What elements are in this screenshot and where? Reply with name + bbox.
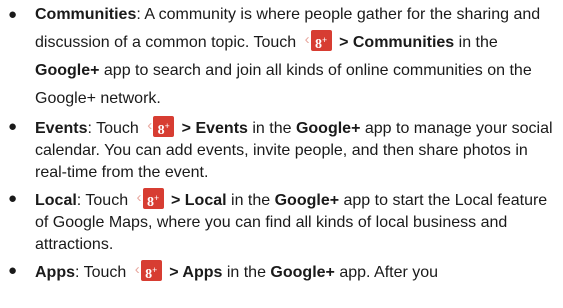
mid-text: in the — [454, 34, 498, 51]
paragraph: Events: Touch ‹ 8+ > Events in the Google… — [35, 116, 557, 184]
list-item-apps: ● Apps: Touch ‹ 8+ > Apps in the Google+ … — [0, 260, 557, 284]
paragraph: Apps: Touch ‹ 8+ > Apps in the Google+ ap… — [35, 260, 557, 284]
paragraph: Communities: A community is where people… — [35, 1, 557, 113]
target: Events — [195, 120, 248, 137]
tail-text: app. After you — [334, 264, 439, 281]
target: Local — [184, 192, 227, 209]
bullet: ● — [8, 190, 18, 207]
mid-text: in the — [247, 120, 296, 137]
lead-text: : Touch — [87, 120, 144, 137]
mid-text: in the — [226, 192, 275, 209]
term: Apps — [35, 264, 75, 281]
google-plus-icon: ‹ 8+ — [147, 116, 177, 138]
app-name: Google+ — [274, 192, 340, 209]
arrow: > — [177, 120, 196, 137]
app-name: Google+ — [35, 62, 100, 79]
list-item-communities: ● Communities: A community is where peop… — [0, 1, 557, 113]
target: Communities — [352, 34, 455, 51]
lead-text: : Touch — [76, 192, 133, 209]
bullet: ● — [8, 118, 18, 135]
term: Local — [35, 192, 77, 209]
target: Apps — [182, 264, 223, 281]
google-plus-icon: ‹ 8+ — [135, 260, 165, 282]
list-item-events: ● Events: Touch ‹ 8+ > Events in the Goog… — [0, 116, 557, 184]
paragraph: Local: Touch ‹ 8+ > Local in the Google+ … — [35, 188, 557, 256]
bullet: ● — [8, 6, 18, 23]
google-plus-icon: ‹ 8+ — [137, 188, 167, 210]
term: Events — [35, 120, 88, 137]
app-name: Google+ — [270, 264, 335, 281]
mid-text: in the — [222, 264, 271, 281]
google-plus-icon: ‹ 8+ — [305, 30, 335, 52]
bullet: ● — [8, 262, 18, 279]
arrow: > — [334, 34, 353, 51]
app-name: Google+ — [295, 120, 361, 137]
list-item-local: ● Local: Touch ‹ 8+ > Local in the Google… — [0, 188, 557, 256]
term: Communities — [35, 6, 137, 23]
arrow: > — [166, 192, 185, 209]
tail-text: app to search and join all kinds of onli… — [35, 62, 532, 107]
document-page: ● Communities: A community is where peop… — [0, 0, 563, 288]
lead-text: : Touch — [75, 264, 131, 281]
arrow: > — [164, 264, 183, 281]
